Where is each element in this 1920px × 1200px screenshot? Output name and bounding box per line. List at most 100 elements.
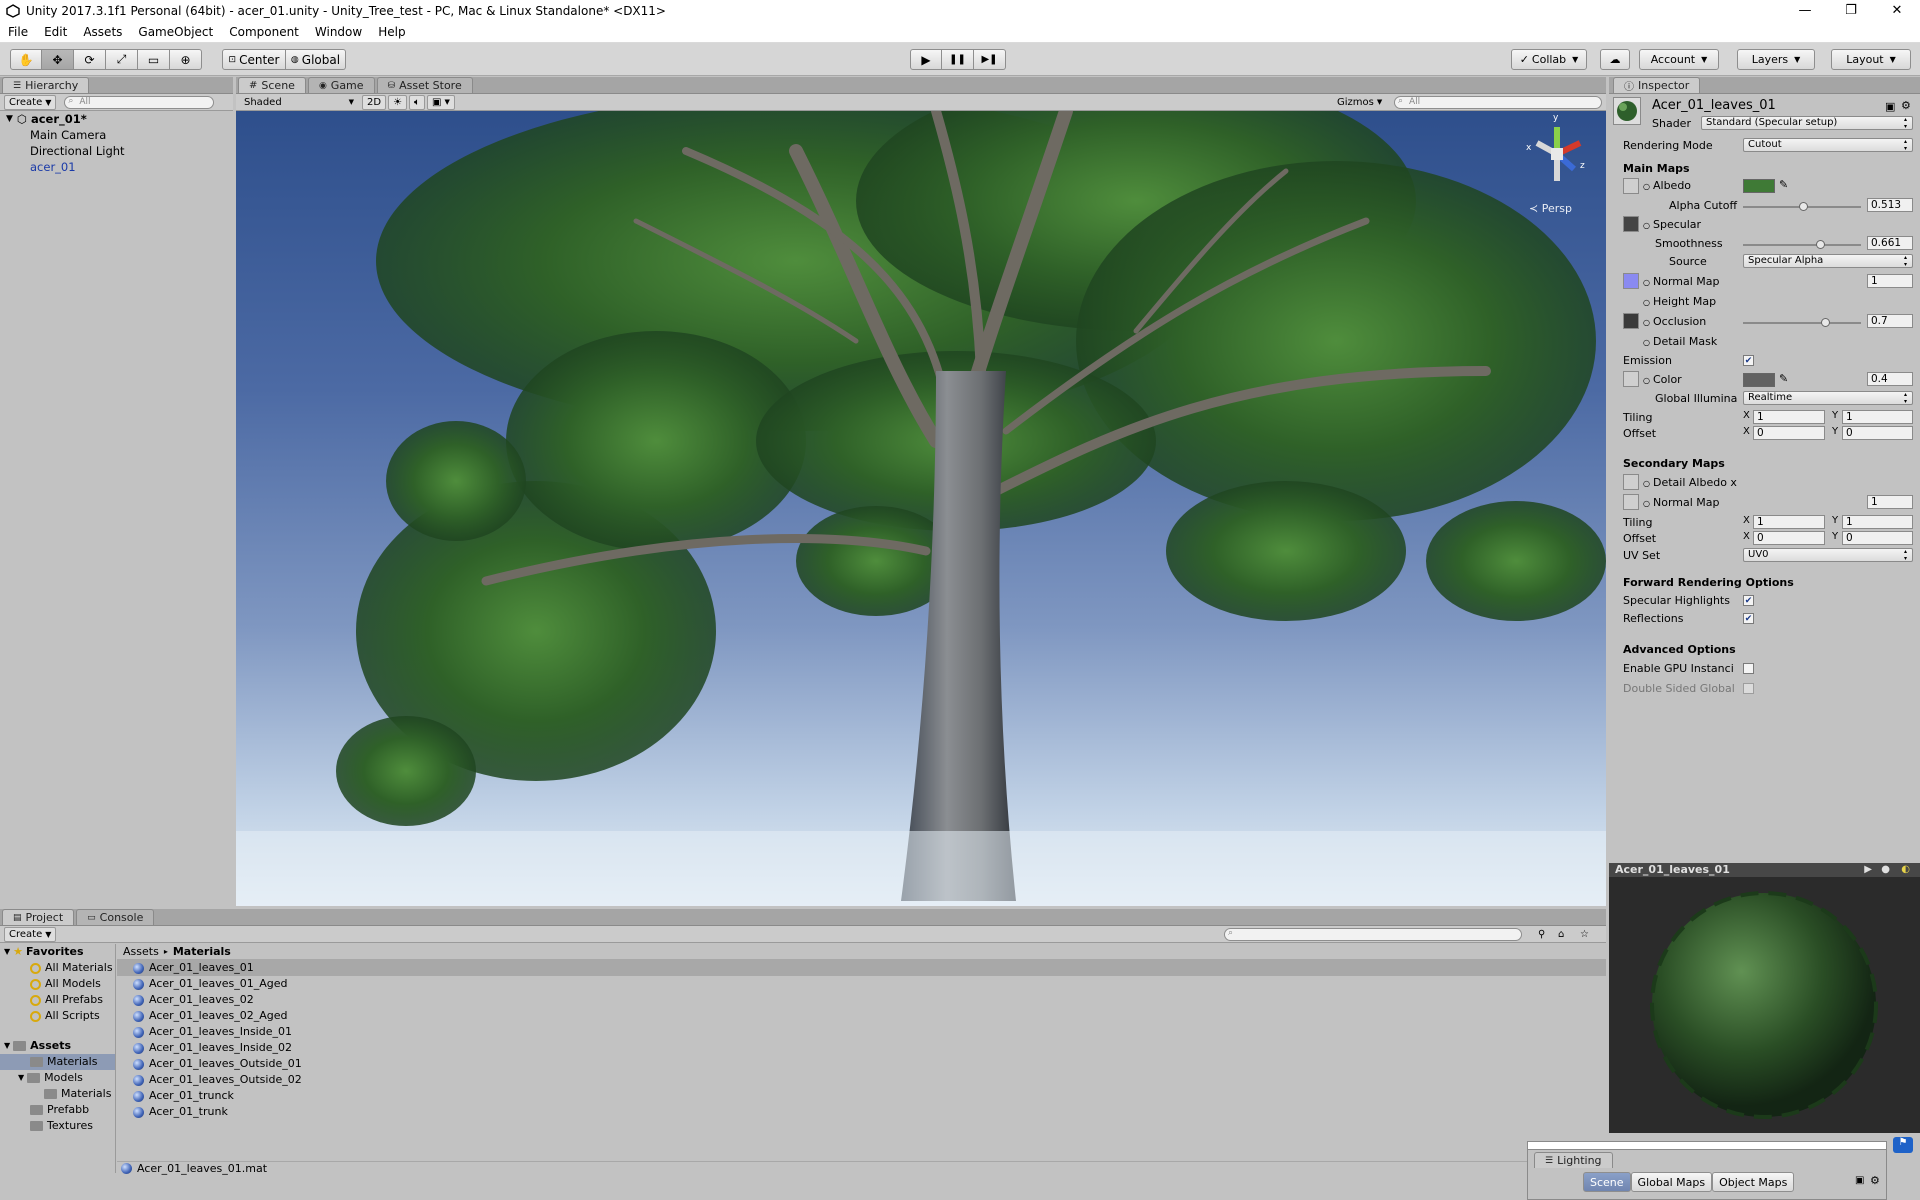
menu-window[interactable]: Window: [307, 25, 370, 39]
emission-texture-slot[interactable]: [1623, 371, 1639, 387]
move-tool-icon[interactable]: ✥: [42, 49, 74, 70]
hierarchy-item-acer-01[interactable]: acer_01: [0, 159, 233, 175]
alpha-cutoff-knob[interactable]: [1798, 202, 1808, 211]
alpha-cutoff-field[interactable]: 0.513: [1867, 198, 1913, 212]
menu-file[interactable]: File: [0, 25, 36, 39]
sphere-icon[interactable]: ●: [1881, 863, 1890, 877]
layers-button[interactable]: Layers ▼: [1737, 49, 1815, 70]
lighting-toggle[interactable]: ☀: [388, 94, 408, 110]
eyedropper-icon[interactable]: ✎: [1779, 178, 1788, 191]
hierarchy-item-directional-light[interactable]: Directional Light: [0, 143, 233, 159]
project-search-input[interactable]: ⌕: [1224, 927, 1522, 941]
occlusion-field[interactable]: 0.7: [1867, 314, 1913, 328]
lighting-tab-global-maps[interactable]: Global Maps: [1630, 1172, 1713, 1192]
specular-highlights-checkbox[interactable]: ✔: [1743, 595, 1754, 606]
menu-help[interactable]: Help: [370, 25, 413, 39]
scene-root-row[interactable]: ▼ ⬡ acer_01*: [0, 111, 233, 127]
effects-dropdown[interactable]: ▣ ▼: [427, 94, 455, 110]
tab-lighting[interactable]: ☰ Lighting: [1534, 1152, 1613, 1168]
main-offset-x-field[interactable]: 0: [1753, 426, 1825, 440]
eyedropper-icon[interactable]: ✎: [1779, 372, 1788, 385]
tab-project[interactable]: ▤ Project: [2, 909, 75, 925]
breadcrumb-assets[interactable]: Assets: [123, 944, 159, 960]
secondary-tiling-y-field[interactable]: 1: [1842, 515, 1913, 529]
gizmos-dropdown[interactable]: Gizmos ▼: [1333, 95, 1386, 110]
layout-button[interactable]: Layout ▼: [1831, 49, 1911, 70]
help-icon[interactable]: ▣: [1885, 100, 1895, 113]
tab-inspector[interactable]: ⓘ Inspector: [1613, 77, 1701, 93]
material-file-item[interactable]: Acer_01_leaves_Outside_02: [117, 1072, 1606, 1088]
tab-console[interactable]: ▭ Console: [76, 909, 155, 925]
occlusion-texture-slot[interactable]: [1623, 313, 1639, 329]
collab-button[interactable]: ✓ Collab ▼: [1511, 49, 1587, 70]
detail-albedo-slot[interactable]: [1623, 474, 1639, 490]
hand-tool-icon[interactable]: ✋: [10, 49, 42, 70]
alpha-cutoff-slider[interactable]: [1743, 202, 1861, 211]
normal-map-scale-field[interactable]: 1: [1867, 274, 1913, 288]
material-file-item[interactable]: Acer_01_leaves_Inside_02: [117, 1040, 1606, 1056]
material-file-item[interactable]: Acer_01_trunk: [117, 1104, 1606, 1120]
smoothness-field[interactable]: 0.661: [1867, 236, 1913, 250]
favorite-all-models[interactable]: All Models: [0, 976, 115, 992]
albedo-color-swatch[interactable]: [1743, 179, 1775, 193]
material-file-item[interactable]: Acer_01_leaves_Inside_01: [117, 1024, 1606, 1040]
audio-toggle[interactable]: 🔈︎: [409, 94, 426, 110]
secondary-normal-scale-field[interactable]: 1: [1867, 495, 1913, 509]
smoothness-knob[interactable]: [1815, 240, 1825, 249]
filter-type-icon[interactable]: ⚲: [1538, 929, 1545, 940]
smoothness-slider[interactable]: [1743, 240, 1861, 249]
secondary-offset-x-field[interactable]: 0: [1753, 531, 1825, 545]
help-icon[interactable]: ▣: [1855, 1175, 1864, 1186]
asset-folder-item[interactable]: Materials: [0, 1086, 115, 1102]
source-dropdown[interactable]: Specular Alpha: [1743, 254, 1913, 268]
gpu-instancing-checkbox[interactable]: [1743, 663, 1754, 674]
gear-icon[interactable]: ⚙: [1870, 1174, 1880, 1187]
favorite-all-materials[interactable]: All Materials: [0, 960, 115, 976]
material-file-item[interactable]: Acer_01_leaves_02_Aged: [117, 1008, 1606, 1024]
asset-folder-item[interactable]: Textures: [0, 1118, 115, 1134]
menu-assets[interactable]: Assets: [75, 25, 130, 39]
asset-folder-item[interactable]: Materials: [0, 1054, 115, 1070]
double-sided-gi-checkbox[interactable]: [1743, 683, 1754, 694]
specular-texture-slot[interactable]: [1623, 216, 1639, 232]
shading-mode-dropdown[interactable]: Shaded ▼: [240, 95, 358, 110]
light-icon[interactable]: ◐: [1901, 863, 1910, 877]
maximize-button[interactable]: ❐: [1828, 0, 1874, 22]
persp-label[interactable]: ≺ Persp: [1529, 202, 1572, 215]
menu-gameobject[interactable]: GameObject: [130, 25, 221, 39]
rect-tool-icon[interactable]: ▭: [138, 49, 170, 70]
favorites-header[interactable]: ▼ ★ Favorites: [0, 944, 115, 960]
orientation-gizmo[interactable]: y z x: [1522, 113, 1602, 199]
play-preview-icon[interactable]: ▶: [1864, 863, 1872, 877]
step-button[interactable]: ▶❚: [974, 49, 1006, 70]
account-button[interactable]: Account ▼: [1639, 49, 1719, 70]
material-file-item[interactable]: Acer_01_trunck: [117, 1088, 1606, 1104]
main-tiling-x-field[interactable]: 1: [1753, 410, 1825, 424]
space-global-button[interactable]: ◍ Global: [286, 49, 346, 70]
albedo-texture-slot[interactable]: [1623, 178, 1639, 194]
scene-search-input[interactable]: ⌕ All: [1394, 95, 1602, 109]
menu-component[interactable]: Component: [221, 25, 307, 39]
pause-button[interactable]: ❚❚: [942, 49, 974, 70]
assets-header[interactable]: ▼ Assets: [0, 1038, 115, 1054]
secondary-normal-slot[interactable]: [1623, 494, 1639, 510]
normal-map-slot[interactable]: [1623, 273, 1639, 289]
close-button[interactable]: ✕: [1874, 0, 1920, 22]
material-file-item[interactable]: Acer_01_leaves_Outside_01: [117, 1056, 1606, 1072]
rotate-tool-icon[interactable]: ⟳: [74, 49, 106, 70]
emission-intensity-field[interactable]: 0.4: [1867, 372, 1913, 386]
asset-folder-item[interactable]: Prefabb: [0, 1102, 115, 1118]
hierarchy-search-input[interactable]: ⌕ All: [64, 95, 215, 109]
pivot-center-button[interactable]: ⊡ Center: [222, 49, 286, 70]
asset-folder-item[interactable]: ▼ Models: [0, 1070, 115, 1086]
breadcrumb-materials[interactable]: Materials: [173, 944, 231, 960]
create-button[interactable]: Create ▼: [4, 94, 57, 110]
scale-tool-icon[interactable]: ⤢: [106, 49, 138, 70]
play-button[interactable]: ▶: [910, 49, 942, 70]
favorite-all-scripts[interactable]: All Scripts: [0, 1008, 115, 1024]
minimize-button[interactable]: —: [1782, 0, 1828, 22]
collab-notification-icon[interactable]: ⚑: [1893, 1137, 1913, 1153]
emission-checkbox[interactable]: ✔: [1743, 355, 1754, 366]
lighting-tab-scene[interactable]: Scene: [1583, 1172, 1631, 1192]
star-icon[interactable]: ☆: [1580, 929, 1589, 940]
